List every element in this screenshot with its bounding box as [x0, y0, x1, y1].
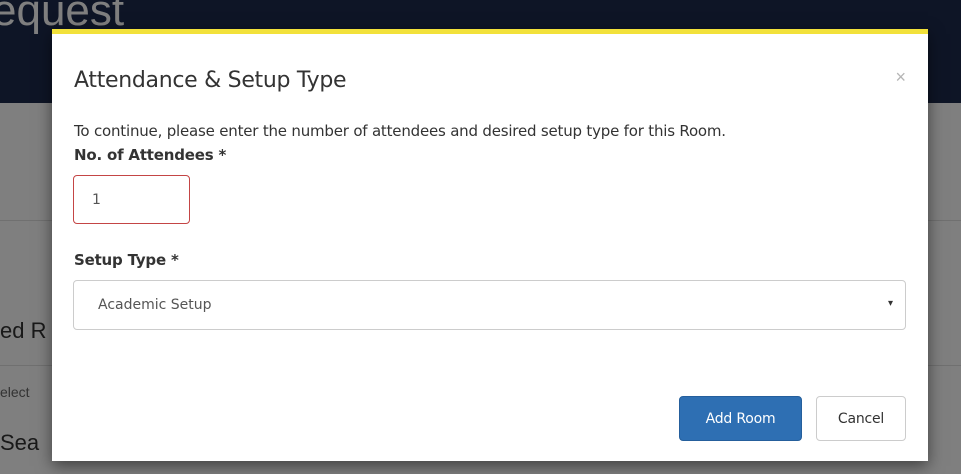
setup-type-selected-value: Academic Setup	[98, 297, 212, 313]
setup-type-label: Setup Type *	[74, 251, 179, 269]
attendance-setup-dialog: Attendance & Setup Type × To continue, p…	[52, 29, 928, 461]
setup-type-select[interactable]: Academic Setup ▾	[73, 280, 906, 330]
cancel-button[interactable]: Cancel	[816, 396, 906, 441]
add-room-button[interactable]: Add Room	[679, 396, 802, 441]
attendees-label: No. of Attendees *	[74, 146, 227, 164]
attendees-input[interactable]	[73, 175, 190, 224]
dialog-instructions: To continue, please enter the number of …	[74, 122, 726, 140]
caret-down-icon: ▾	[887, 298, 893, 309]
close-icon[interactable]: ×	[895, 67, 906, 88]
dialog-title: Attendance & Setup Type	[74, 68, 347, 93]
